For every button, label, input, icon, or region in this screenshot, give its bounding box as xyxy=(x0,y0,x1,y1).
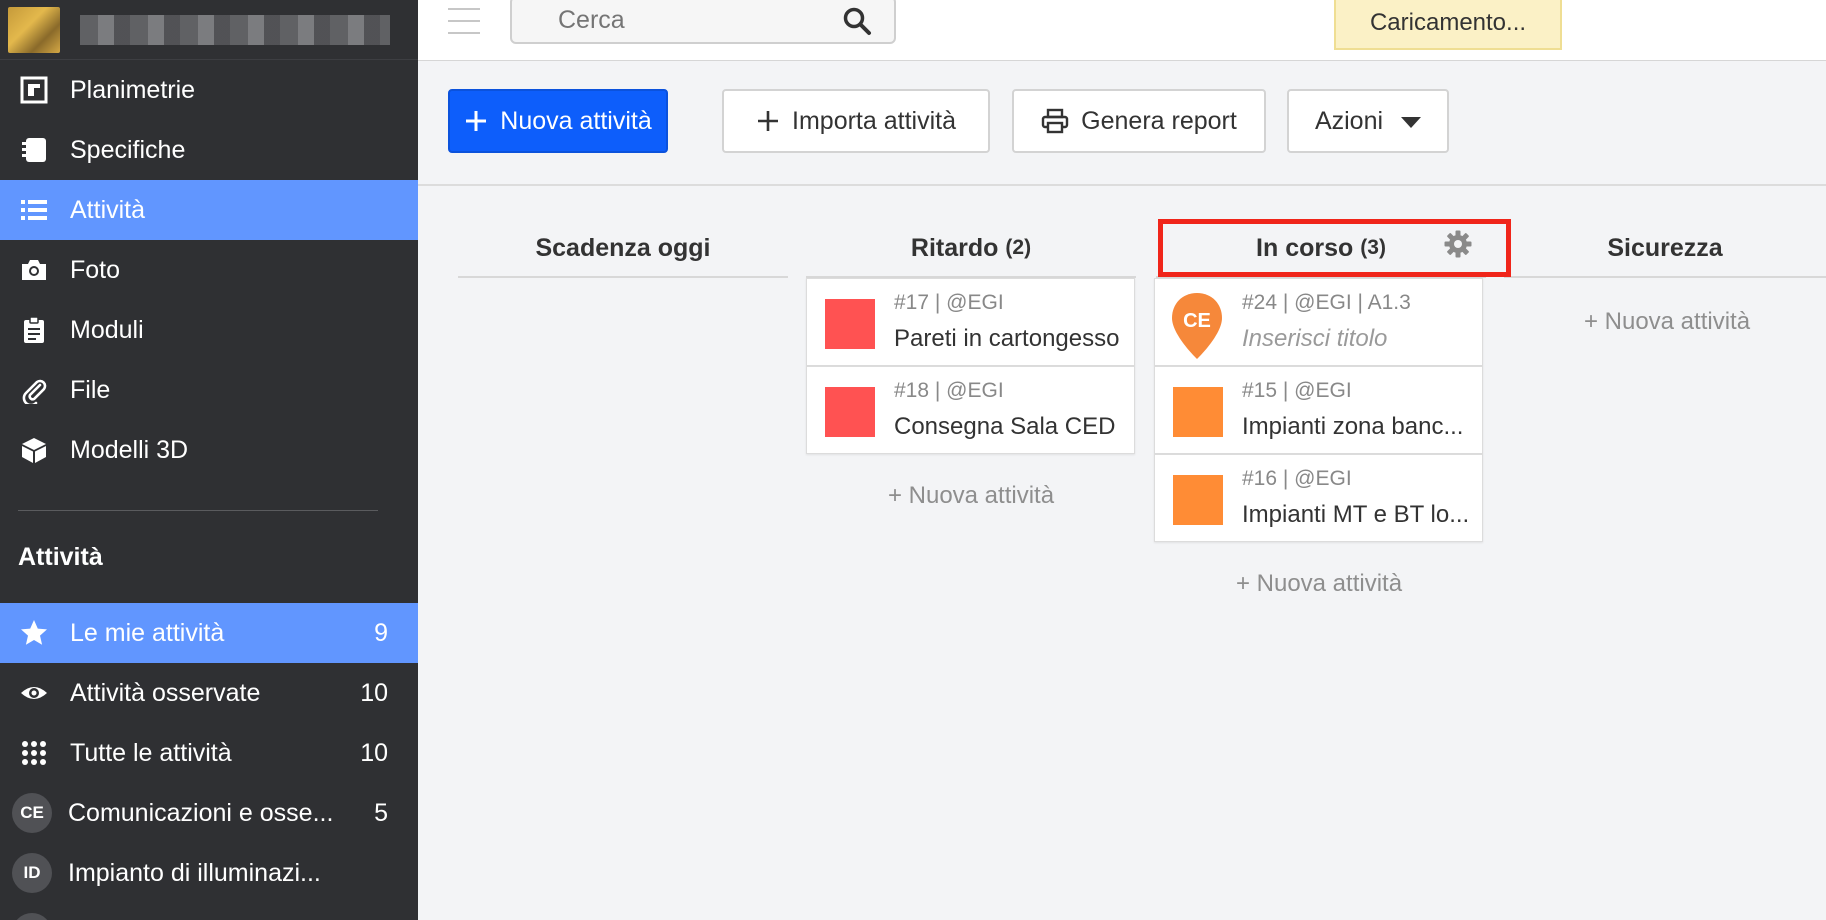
search-icon[interactable] xyxy=(842,6,872,36)
sidebar-item-label: Moduli xyxy=(70,315,144,344)
task-count: 10 xyxy=(360,678,388,707)
search-input[interactable] xyxy=(558,5,838,35)
paperclip-icon xyxy=(18,374,50,406)
loading-indicator: Caricamento... xyxy=(1334,0,1562,50)
status-color-square xyxy=(825,299,875,349)
status-color-square xyxy=(1173,387,1223,437)
sidebar-item-modelli-3d[interactable]: Modelli 3D xyxy=(0,420,418,480)
add-task-link-ritardo[interactable]: + Nuova attività xyxy=(806,482,1136,510)
task-card[interactable]: #16 | @EGI Impianti MT e BT lo... xyxy=(1154,454,1483,542)
task-meta: #17 | @EGI xyxy=(894,291,1004,314)
sidebar: Planimetrie Specifiche Attività Foto Mod… xyxy=(0,0,418,920)
sidebar-filter-all[interactable]: Tutte le attività 10 xyxy=(0,723,418,783)
import-tasks-button[interactable]: Importa attività xyxy=(722,89,990,153)
sidebar-item-label: Planimetrie xyxy=(70,75,196,104)
sidebar-item-label: File xyxy=(70,375,111,404)
grid-dots-icon xyxy=(18,737,50,769)
sidebar-filter-my-tasks[interactable]: Le mie attività 9 xyxy=(0,603,418,663)
sidebar-item-file[interactable]: File xyxy=(0,360,418,420)
column-title: Sicurezza xyxy=(1607,233,1723,262)
task-card[interactable]: #15 | @EGI Impianti zona banc... xyxy=(1154,366,1483,454)
button-label: Genera report xyxy=(1081,106,1237,135)
sidebar-item-label: Attività xyxy=(70,195,146,224)
sidebar-item-label: Foto xyxy=(70,255,121,284)
eye-icon xyxy=(18,677,50,709)
task-count: 9 xyxy=(374,618,388,647)
location-pin-icon: CE xyxy=(1169,291,1225,361)
printer-icon xyxy=(1041,108,1069,134)
brand-header[interactable] xyxy=(0,0,418,60)
task-count: 5 xyxy=(374,798,388,827)
actions-dropdown-button[interactable]: Azioni xyxy=(1287,89,1449,153)
notebook-icon xyxy=(18,134,50,166)
sidebar-item-label: Impianto di illuminazi... xyxy=(68,858,321,887)
plus-icon xyxy=(464,109,488,133)
sidebar-filter-ce[interactable]: CE Comunicazioni e osse... 5 xyxy=(0,783,418,843)
task-card[interactable]: #17 | @EGI Pareti in cartongesso xyxy=(806,278,1135,366)
sidebar-filter-partial[interactable] xyxy=(0,903,418,920)
sidebar-item-planimetrie[interactable]: Planimetrie xyxy=(0,60,418,120)
sidebar-item-label: Comunicazioni e osse... xyxy=(68,798,334,827)
clipboard-icon xyxy=(18,314,50,346)
floorplan-icon xyxy=(18,74,50,106)
column-title: Scadenza oggi xyxy=(535,233,711,262)
sidebar-item-label: Attività osservate xyxy=(70,678,261,707)
sidebar-item-attivita[interactable]: Attività xyxy=(0,180,418,240)
company-logo xyxy=(8,6,60,53)
column-header-scadenza-oggi[interactable]: Scadenza oggi xyxy=(458,220,788,278)
sidebar-item-moduli[interactable]: Moduli xyxy=(0,300,418,360)
sidebar-item-label: Modelli 3D xyxy=(70,435,189,464)
list-icon xyxy=(18,194,50,226)
sidebar-filter-watched[interactable]: Attività osservate 10 xyxy=(0,663,418,723)
sidebar-filter-id[interactable]: ID Impianto di illuminazi... xyxy=(0,843,418,903)
column-count: (2) xyxy=(1005,236,1032,259)
search-box xyxy=(510,0,896,44)
action-toolbar: Nuova attività Importa attività Genera r… xyxy=(418,61,1826,186)
column-header-sicurezza[interactable]: Sicurezza xyxy=(1504,220,1826,278)
sidebar-item-specifiche[interactable]: Specifiche xyxy=(0,120,418,180)
category-badge: ID xyxy=(12,853,52,893)
category-badge: CE xyxy=(12,793,52,833)
status-color-square xyxy=(1173,475,1223,525)
top-bar: Caricamento... xyxy=(418,0,1826,61)
cube-icon xyxy=(18,434,50,466)
generate-report-button[interactable]: Genera report xyxy=(1012,89,1266,153)
task-title: Impianti zona banc... xyxy=(1242,413,1464,440)
task-card[interactable]: CE #24 | @EGI | A1.3 Inserisci titolo xyxy=(1154,278,1483,366)
column-header-ritardo[interactable]: Ritardo (2) xyxy=(806,220,1136,278)
task-title-placeholder: Inserisci titolo xyxy=(1242,325,1388,352)
star-icon xyxy=(18,617,50,649)
status-color-square xyxy=(825,387,875,437)
task-card[interactable]: #18 | @EGI Consegna Sala CED xyxy=(806,366,1135,454)
company-name-blurred xyxy=(80,14,390,45)
button-label: Importa attività xyxy=(792,106,956,135)
svg-text:CE: CE xyxy=(1183,310,1211,332)
task-meta: #18 | @EGI xyxy=(894,379,1004,402)
category-badge xyxy=(12,913,52,920)
caret-down-icon xyxy=(1401,107,1422,136)
task-meta: #24 | @EGI | A1.3 xyxy=(1242,291,1411,314)
sidebar-item-label: Le mie attività xyxy=(70,618,225,647)
plus-icon xyxy=(756,109,780,133)
sidebar-item-label: Tutte le attività xyxy=(70,738,232,767)
button-label: Nuova attività xyxy=(500,106,652,135)
hamburger-menu-icon[interactable] xyxy=(448,8,480,34)
column-title: Ritardo xyxy=(910,233,999,262)
sidebar-section-title: Attività xyxy=(18,542,103,571)
add-task-link-sicurezza[interactable]: + Nuova attività xyxy=(1502,308,1826,336)
gear-icon[interactable] xyxy=(1443,229,1473,259)
sidebar-item-foto[interactable]: Foto xyxy=(0,240,418,300)
button-label: Azioni xyxy=(1314,106,1384,135)
task-title: Impianti MT e BT lo... xyxy=(1242,501,1470,528)
task-title: Consegna Sala CED xyxy=(894,413,1116,440)
task-count: 10 xyxy=(360,738,388,767)
new-task-button[interactable]: Nuova attività xyxy=(448,89,668,153)
add-task-link-in-corso[interactable]: + Nuova attività xyxy=(1154,570,1484,598)
task-meta: #15 | @EGI xyxy=(1242,379,1352,402)
camera-icon xyxy=(18,254,50,286)
task-meta: #16 | @EGI xyxy=(1242,467,1352,490)
sidebar-item-label: Specifiche xyxy=(70,135,186,164)
task-title: Pareti in cartongesso xyxy=(894,325,1120,352)
